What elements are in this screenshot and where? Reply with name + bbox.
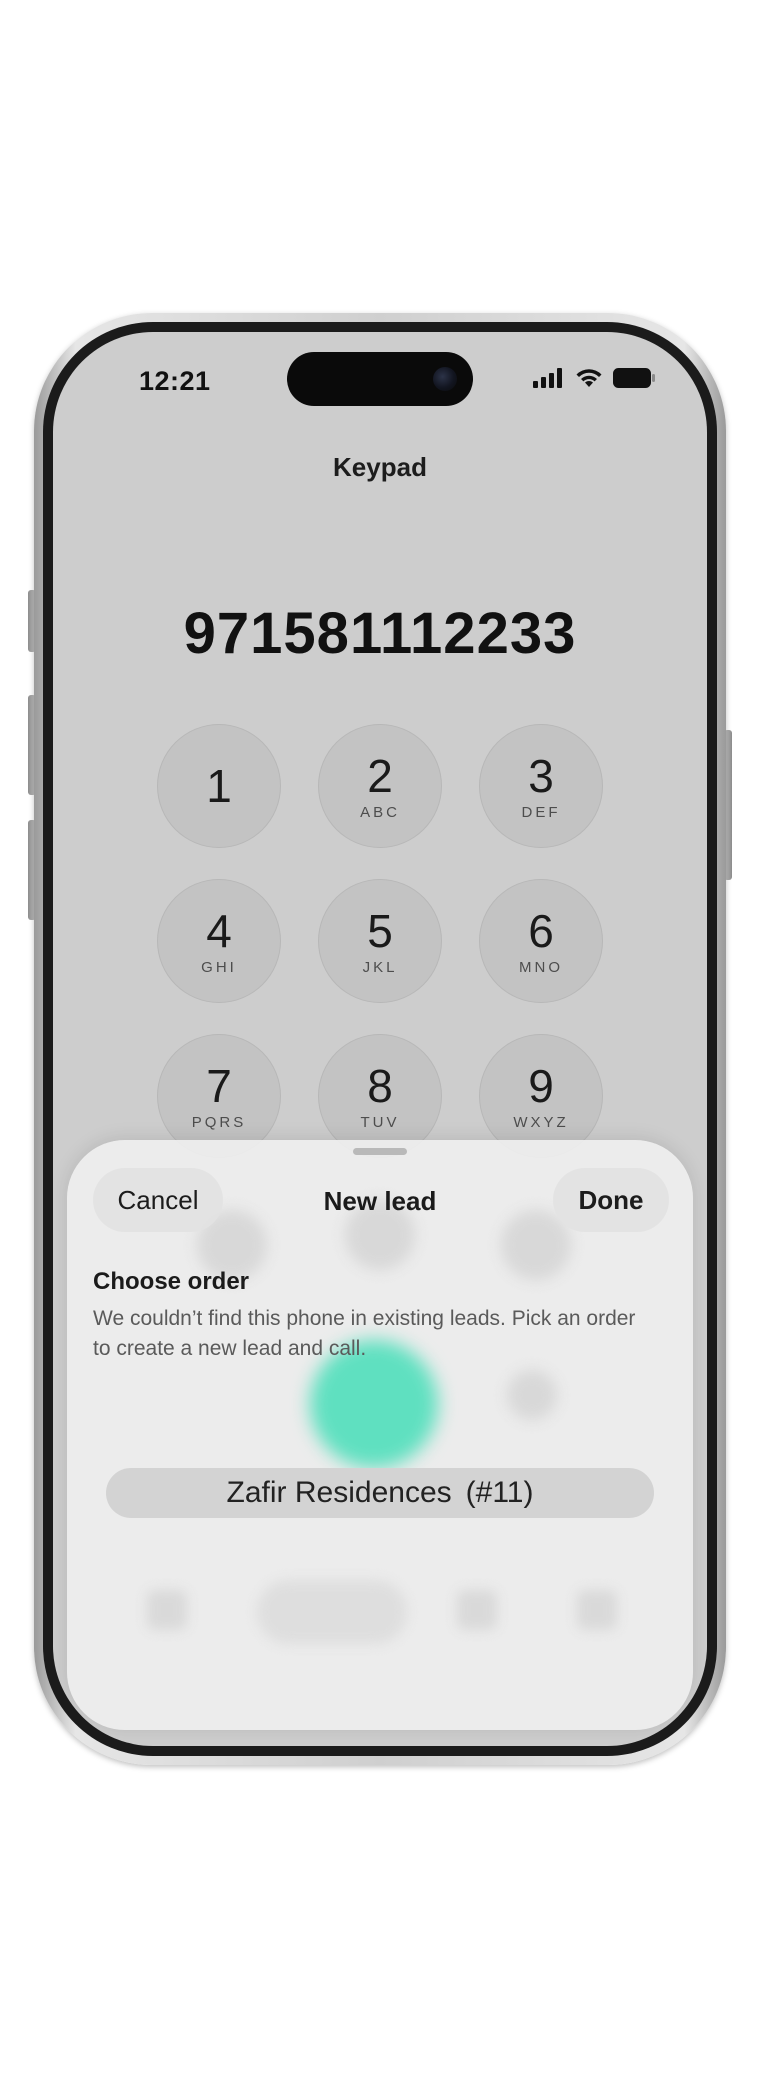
status-icons [533,368,655,388]
key-letters: JKL [362,958,398,976]
key-letters: MNO [519,958,563,976]
battery-icon [613,368,655,388]
order-option[interactable]: Zafir Residences (#11) [106,1468,654,1518]
key-4[interactable]: 4 GHI [157,879,281,1003]
front-camera [433,367,457,391]
key-digit: 1 [206,760,232,812]
cellular-signal-icon [533,368,562,388]
blurred-delete-key [507,1370,557,1420]
key-letters: DEF [521,803,561,821]
order-number: (#11) [465,1476,534,1509]
key-digit: 9 [528,1059,554,1112]
wifi-icon [576,369,602,387]
new-lead-sheet: Cancel New lead Done Choose order We cou… [67,1140,693,1730]
key-digit: 4 [206,904,232,957]
phone-screen: 12:21 Keypad 971581112233 1 2 ABC 3 DEF … [53,332,707,1746]
key-digit: 2 [367,749,393,802]
key-letters: TUV [360,1113,400,1131]
dynamic-island [287,352,473,406]
key-digit: 3 [528,749,554,802]
key-letters: GHI [201,958,237,976]
status-time: 12:21 [139,366,211,396]
blurred-tab-bar [107,1580,653,1650]
key-6[interactable]: 6 MNO [479,879,603,1003]
screen-title: Keypad [333,452,427,482]
sheet-grabber[interactable] [353,1148,407,1155]
key-letters: WXYZ [513,1113,569,1131]
key-1[interactable]: 1 [157,724,281,848]
key-digit: 7 [206,1059,232,1112]
section-description: We couldn’t find this phone in existing … [93,1307,636,1360]
key-2[interactable]: 2 ABC [318,724,442,848]
stage: 12:21 Keypad 971581112233 1 2 ABC 3 DEF … [0,0,760,2080]
dialed-number: 971581112233 [183,601,577,666]
key-5[interactable]: 5 JKL [318,879,442,1003]
key-digit: 8 [367,1059,393,1112]
key-digit: 6 [528,904,554,957]
key-letters: ABC [360,803,400,821]
key-digit: 5 [367,904,393,957]
key-3[interactable]: 3 DEF [479,724,603,848]
section-title: Choose order [93,1268,250,1295]
order-name: Zafir Residences [226,1476,452,1509]
done-button[interactable]: Done [553,1168,669,1232]
key-letters: PQRS [191,1113,247,1131]
